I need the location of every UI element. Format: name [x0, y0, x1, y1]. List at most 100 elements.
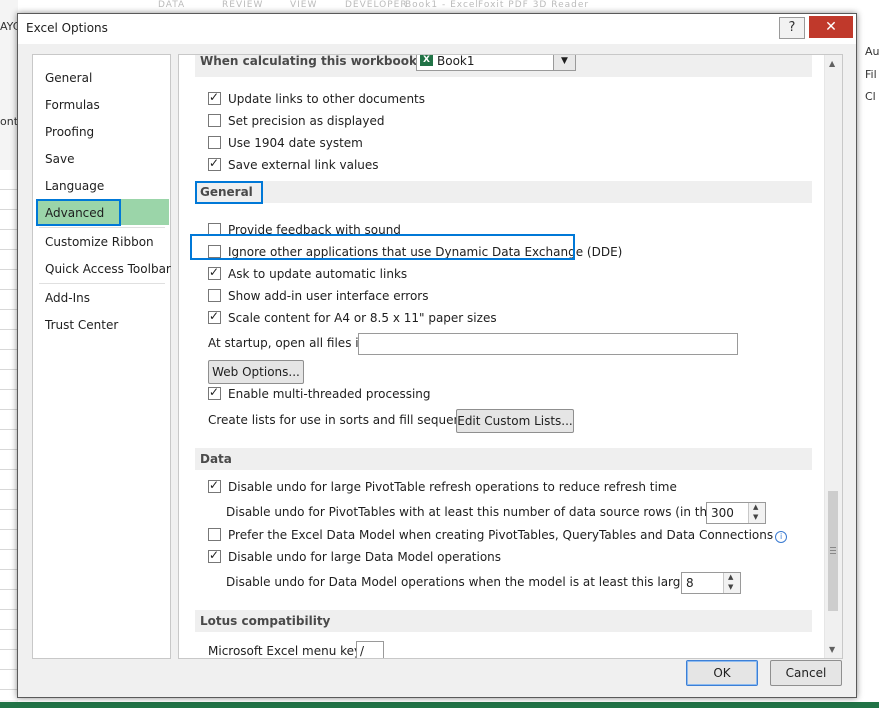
checkbox[interactable] [208, 90, 221, 105]
info-icon[interactable]: i [775, 531, 788, 543]
background-text: Fil [865, 68, 877, 81]
web-options-button[interactable]: Web Options... [208, 360, 304, 384]
workbook-section-header: When calculating this workbook: X Book1 … [195, 55, 812, 77]
checkbox-label: Update links to other documents [228, 92, 426, 106]
model-size-value: 8 [686, 576, 694, 590]
pivot-rows-label: Disable undo for PivotTables with at lea… [226, 505, 766, 519]
nav-item-customize-ribbon[interactable]: Customize Ribbon [45, 235, 154, 249]
dialog-body: General Formulas Proofing Save Language … [18, 44, 856, 697]
checkbox-label: Use 1904 date system [228, 136, 363, 150]
background-text: REVIEW [222, 0, 264, 10]
menu-key-value: / [360, 644, 365, 658]
update-links-checkbox[interactable]: Update links to other documents [208, 90, 426, 110]
close-button[interactable]: ✕ [809, 16, 853, 38]
checkbox[interactable] [208, 289, 221, 302]
startup-folder-label: At startup, open all files in: [208, 336, 371, 350]
workbook-combo[interactable]: X Book1 ▼ [416, 55, 576, 71]
spin-up-icon[interactable]: ▲ [753, 503, 758, 511]
use-1904-checkbox[interactable]: Use 1904 date system [208, 136, 363, 154]
lotus-section-label: Lotus compatibility [200, 614, 331, 628]
general-highlight-box [195, 181, 263, 204]
options-nav: General Formulas Proofing Save Language … [32, 54, 171, 659]
checkbox-label: Disable undo for large Data Model operat… [228, 550, 502, 564]
chevron-down-icon[interactable]: ▼ [553, 55, 575, 70]
checkbox-label: Show add-in user interface errors [228, 289, 429, 303]
checkbox-label: Save external link values [228, 158, 379, 172]
nav-separator [39, 283, 165, 284]
background-text: DEVELOPER [345, 0, 408, 10]
checkbox-label: Enable multi-threaded processing [228, 387, 431, 401]
set-precision-checkbox[interactable]: Set precision as displayed [208, 114, 385, 132]
model-size-label: Disable undo for Data Model operations w… [226, 575, 739, 589]
nav-item-language[interactable]: Language [45, 179, 104, 193]
ask-update-links-checkbox[interactable]: Ask to update automatic links [208, 265, 408, 285]
background-text: DATA [158, 0, 186, 10]
background-text: VIEW [290, 0, 318, 10]
spin-down-icon[interactable]: ▼ [753, 513, 758, 521]
checkbox-label: Set precision as displayed [228, 114, 385, 128]
startup-folder-input[interactable] [358, 333, 738, 355]
vertical-scrollbar[interactable]: ▲ ▼ [824, 55, 842, 658]
workbook-section-label: When calculating this workbook: [200, 55, 422, 68]
checkbox-label: Scale content for A4 or 8.5 x 11" paper … [228, 311, 497, 325]
scale-content-checkbox[interactable]: Scale content for A4 or 8.5 x 11" paper … [208, 309, 497, 329]
nav-separator [39, 227, 165, 228]
checkbox[interactable] [208, 156, 221, 171]
scrollbar-thumb[interactable] [828, 491, 838, 611]
show-addin-errors-checkbox[interactable]: Show add-in user interface errors [208, 289, 429, 307]
nav-item-add-ins[interactable]: Add-Ins [45, 291, 90, 305]
prefer-data-model-checkbox[interactable]: Prefer the Excel Data Model when creatin… [208, 528, 788, 546]
options-scroll-area: When calculating this workbook: X Book1 … [179, 55, 824, 658]
cancel-button[interactable]: Cancel [770, 660, 842, 686]
general-section-header: General [195, 181, 812, 203]
custom-lists-label: Create lists for use in sorts and fill s… [208, 413, 486, 427]
nav-item-proofing[interactable]: Proofing [45, 125, 94, 139]
nav-item-quick-access-toolbar[interactable]: Quick Access Toolbar [45, 262, 171, 276]
advanced-highlight-box [36, 199, 121, 226]
save-external-links-checkbox[interactable]: Save external link values [208, 156, 379, 176]
background-text: ont [0, 115, 19, 128]
ok-button[interactable]: OK [686, 660, 758, 686]
background-grid [0, 170, 18, 700]
spin-down-icon[interactable]: ▼ [728, 583, 733, 591]
background-status-bar [0, 702, 879, 708]
checkbox[interactable] [208, 478, 221, 493]
dialog-title: Excel Options [26, 21, 108, 35]
advanced-options-pane[interactable]: When calculating this workbook: X Book1 … [178, 54, 843, 659]
data-section-header: Data [195, 448, 812, 470]
checkbox[interactable] [208, 385, 221, 400]
spinner-buttons: ▲ ▼ [723, 573, 740, 593]
nav-item-save[interactable]: Save [45, 152, 74, 166]
help-button[interactable]: ? [779, 17, 805, 39]
nav-item-general[interactable]: General [45, 71, 92, 85]
checkbox[interactable] [208, 114, 221, 127]
checkbox[interactable] [208, 309, 221, 324]
checkbox[interactable] [208, 136, 221, 149]
edit-custom-lists-button[interactable]: Edit Custom Lists... [456, 409, 574, 433]
dialog-titlebar[interactable]: Excel Options ? ✕ [18, 14, 856, 44]
dde-highlight-box [190, 234, 575, 260]
spin-up-icon[interactable]: ▲ [728, 573, 733, 581]
workbook-combo-value: Book1 [437, 55, 475, 68]
checkbox-label: Disable undo for large PivotTable refres… [228, 480, 677, 494]
background-text: Foxit PDF 3D Reader [478, 0, 590, 10]
menu-key-label: Microsoft Excel menu key: [208, 644, 365, 658]
disable-undo-pivot-checkbox[interactable]: Disable undo for large PivotTable refres… [208, 478, 677, 498]
checkbox[interactable] [208, 265, 221, 280]
background-text: Book1 - Excel [405, 0, 479, 10]
background-text: Cl [865, 90, 876, 103]
checkbox-label: Ask to update automatic links [228, 267, 408, 281]
multithread-checkbox[interactable]: Enable multi-threaded processing [208, 385, 431, 405]
nav-item-formulas[interactable]: Formulas [45, 98, 100, 112]
model-size-spinner[interactable]: 8 ▲ ▼ [681, 572, 741, 594]
scroll-down-icon[interactable]: ▼ [829, 645, 835, 654]
grip-icon [830, 547, 836, 554]
disable-undo-model-checkbox[interactable]: Disable undo for large Data Model operat… [208, 548, 502, 568]
checkbox[interactable] [208, 548, 221, 563]
menu-key-input[interactable]: / [356, 641, 384, 658]
pivot-rows-spinner[interactable]: 300 ▲ ▼ [706, 502, 766, 524]
background-sheet-right: Au Fil Cl [857, 0, 879, 708]
checkbox[interactable] [208, 528, 221, 541]
nav-item-trust-center[interactable]: Trust Center [45, 318, 118, 332]
scroll-up-icon[interactable]: ▲ [829, 59, 835, 68]
